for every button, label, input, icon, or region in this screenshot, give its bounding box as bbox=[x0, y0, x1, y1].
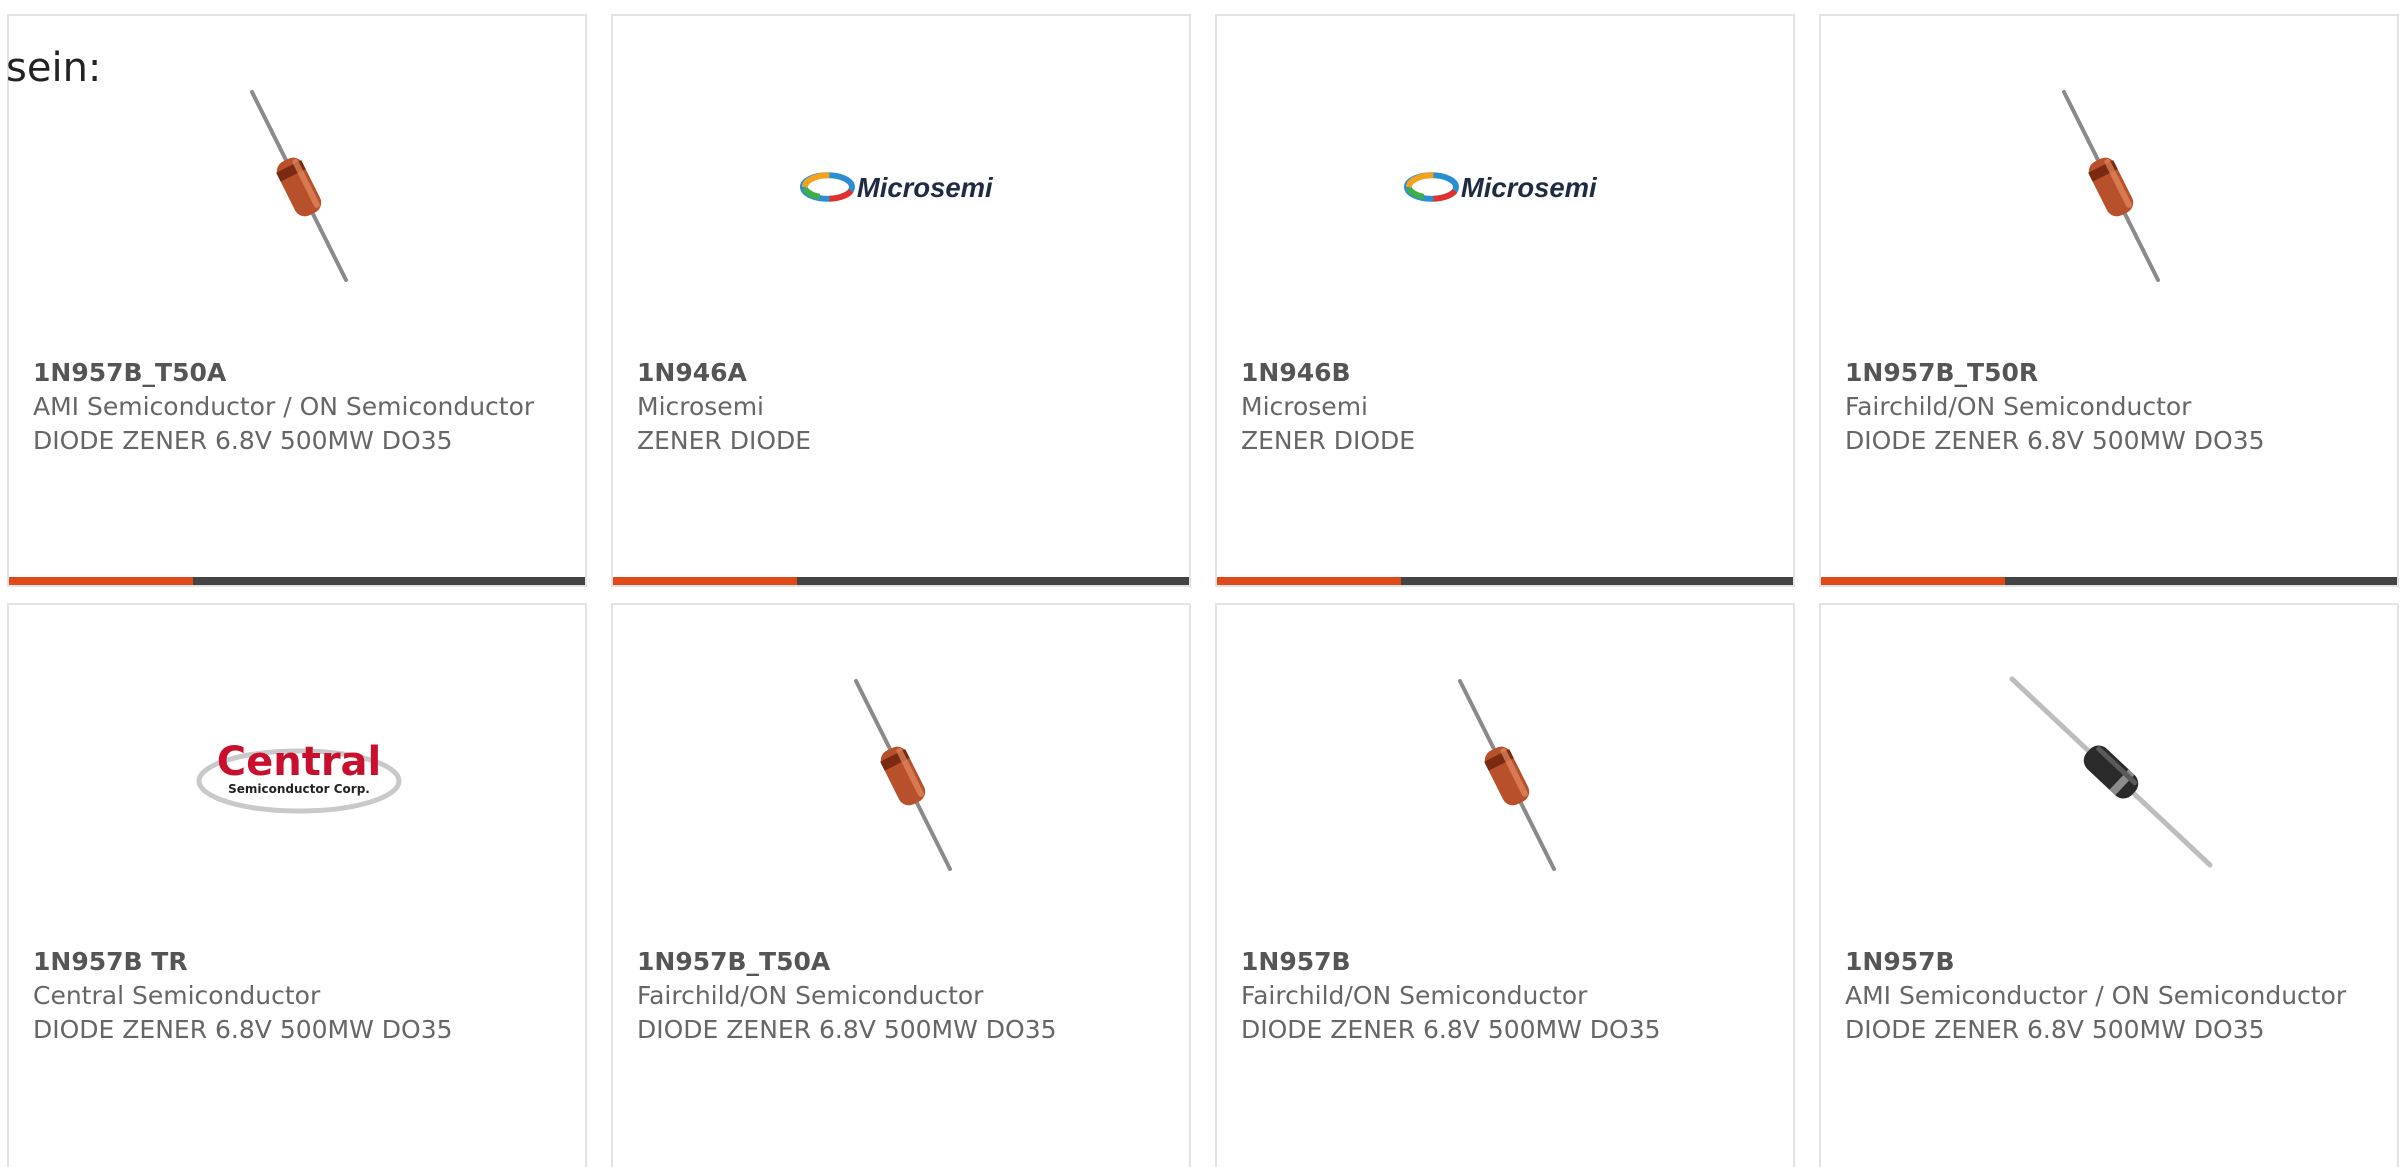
svg-text:Microsemi: Microsemi bbox=[857, 172, 994, 203]
card-bar bbox=[9, 577, 585, 585]
glass-diode-icon bbox=[1458, 679, 1556, 871]
product-card[interactable]: Microsemi 1N946A Microsemi ZENER DIODE bbox=[611, 14, 1191, 587]
description: DIODE ZENER 6.8V 500MW DO35 bbox=[1845, 426, 2265, 455]
part-number[interactable]: 1N957B bbox=[1845, 945, 2365, 979]
microsemi-logo: Microsemi bbox=[800, 172, 994, 203]
product-info: 1N957B AMI Semiconductor / ON Semiconduc… bbox=[1845, 945, 2365, 1047]
bar-accent bbox=[613, 577, 798, 585]
svg-text:Central: Central bbox=[217, 739, 382, 785]
manufacturer: Microsemi bbox=[1241, 392, 1368, 421]
product-card[interactable]: Microsemi 1N946B Microsemi ZENER DIODE bbox=[1215, 14, 1795, 587]
description: DIODE ZENER 6.8V 500MW DO35 bbox=[1241, 1015, 1661, 1044]
manufacturer: Fairchild/ON Semiconductor bbox=[1845, 392, 2192, 421]
part-number[interactable]: 1N957B_T50A bbox=[33, 356, 553, 390]
product-card[interactable]: 1N957B_T50R Fairchild/ON Semiconductor D… bbox=[1819, 14, 2399, 587]
product-card[interactable]: 1N957B AMI Semiconductor / ON Semiconduc… bbox=[1819, 603, 2399, 1167]
description: ZENER DIODE bbox=[637, 426, 812, 455]
svg-text:Semiconductor Corp.: Semiconductor Corp. bbox=[228, 782, 370, 796]
bar-accent bbox=[1821, 577, 2006, 585]
product-info: 1N957B_T50R Fairchild/ON Semiconductor D… bbox=[1845, 356, 2365, 458]
central-logo: Central Semiconductor Corp. bbox=[196, 739, 402, 814]
product-image[interactable] bbox=[2008, 84, 2214, 290]
card-bar bbox=[1217, 577, 1793, 585]
bar-accent bbox=[9, 577, 194, 585]
part-number[interactable]: 1N946A bbox=[637, 356, 1157, 390]
svg-text:Microsemi: Microsemi bbox=[1461, 172, 1598, 203]
description: ZENER DIODE bbox=[1241, 426, 1416, 455]
product-info: 1N957B_T50A AMI Semiconductor / ON Semic… bbox=[33, 356, 553, 458]
part-number[interactable]: 1N957B_T50R bbox=[1845, 356, 2365, 390]
black-diode-icon bbox=[2009, 676, 2213, 868]
product-card[interactable]: Central Semiconductor Corp. 1N957B TR Ce… bbox=[7, 603, 587, 1167]
product-info: 1N946A Microsemi ZENER DIODE bbox=[637, 356, 1157, 458]
glass-diode-icon bbox=[2062, 90, 2160, 282]
part-number[interactable]: 1N957B bbox=[1241, 945, 1761, 979]
product-card[interactable]: 1N957B Fairchild/ON Semiconductor DIODE … bbox=[1215, 603, 1795, 1167]
manufacturer: AMI Semiconductor / ON Semiconductor bbox=[1845, 981, 2347, 1010]
description: DIODE ZENER 6.8V 500MW DO35 bbox=[1845, 1015, 2265, 1044]
product-image[interactable]: Microsemi bbox=[1404, 84, 1610, 290]
glass-diode-icon bbox=[250, 90, 348, 282]
part-number[interactable]: 1N946B bbox=[1241, 356, 1761, 390]
product-info: 1N957B TR Central Semiconductor DIODE ZE… bbox=[33, 945, 553, 1047]
product-card[interactable]: 1N957B_T50A AMI Semiconductor / ON Semic… bbox=[7, 14, 587, 587]
manufacturer: Microsemi bbox=[637, 392, 764, 421]
microsemi-logo: Microsemi bbox=[1404, 172, 1598, 203]
manufacturer: AMI Semiconductor / ON Semiconductor bbox=[33, 392, 535, 421]
product-info: 1N957B Fairchild/ON Semiconductor DIODE … bbox=[1241, 945, 1761, 1047]
card-bar bbox=[613, 577, 1189, 585]
lead-text: sein: bbox=[6, 45, 102, 91]
description: DIODE ZENER 6.8V 500MW DO35 bbox=[33, 1015, 453, 1044]
manufacturer: Fairchild/ON Semiconductor bbox=[1241, 981, 1588, 1010]
product-info: 1N957B_T50A Fairchild/ON Semiconductor D… bbox=[637, 945, 1157, 1047]
bar-accent bbox=[1217, 577, 1402, 585]
product-image[interactable] bbox=[800, 673, 1006, 879]
manufacturer: Central Semiconductor bbox=[33, 981, 321, 1010]
product-image[interactable]: Microsemi bbox=[800, 84, 1006, 290]
description: DIODE ZENER 6.8V 500MW DO35 bbox=[33, 426, 453, 455]
product-card[interactable]: 1N957B_T50A Fairchild/ON Semiconductor D… bbox=[611, 603, 1191, 1167]
glass-diode-icon bbox=[854, 679, 952, 871]
product-image[interactable] bbox=[1404, 673, 1610, 879]
product-info: 1N946B Microsemi ZENER DIODE bbox=[1241, 356, 1761, 458]
description: DIODE ZENER 6.8V 500MW DO35 bbox=[637, 1015, 1057, 1044]
page: sein: 1N957B_T50A AMI Semiconductor / ON… bbox=[0, 0, 2400, 1167]
product-image[interactable] bbox=[2008, 673, 2214, 879]
product-image[interactable] bbox=[196, 84, 402, 290]
part-number[interactable]: 1N957B TR bbox=[33, 945, 553, 979]
manufacturer: Fairchild/ON Semiconductor bbox=[637, 981, 984, 1010]
product-image[interactable]: Central Semiconductor Corp. bbox=[196, 673, 402, 879]
card-bar bbox=[1821, 577, 2397, 585]
part-number[interactable]: 1N957B_T50A bbox=[637, 945, 1157, 979]
